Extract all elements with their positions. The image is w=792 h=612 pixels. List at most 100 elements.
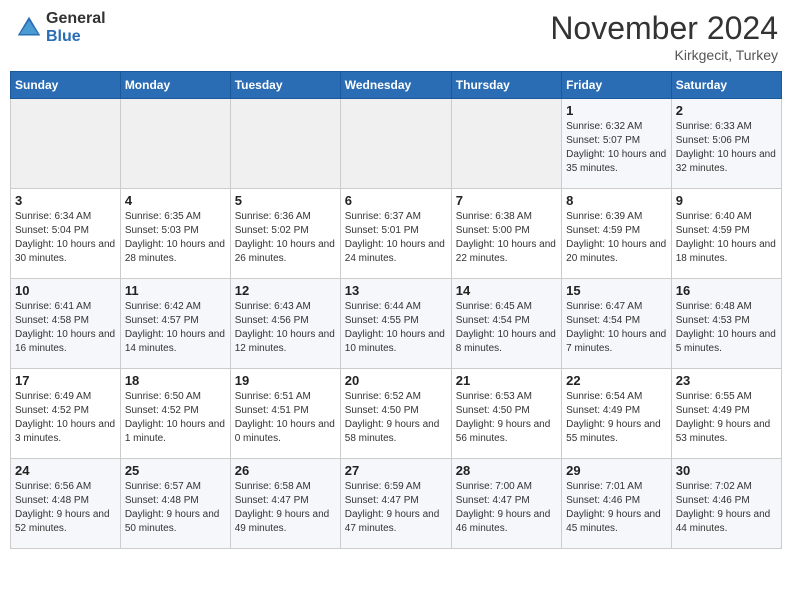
calendar-cell: 20Sunrise: 6:52 AMSunset: 4:50 PMDayligh… — [340, 369, 451, 459]
day-number: 1 — [566, 103, 667, 118]
day-info: Sunrise: 6:49 AMSunset: 4:52 PMDaylight:… — [15, 390, 116, 446]
day-info: Sunrise: 6:37 AMSunset: 5:01 PMDaylight:… — [345, 210, 447, 266]
location-subtitle: Kirkgecit, Turkey — [550, 47, 778, 63]
day-info: Sunrise: 6:50 AMSunset: 4:52 PMDaylight:… — [125, 390, 226, 446]
day-info: Sunrise: 6:35 AMSunset: 5:03 PMDaylight:… — [125, 210, 226, 266]
day-info: Sunrise: 6:38 AMSunset: 5:00 PMDaylight:… — [456, 210, 557, 266]
day-number: 22 — [566, 373, 667, 388]
title-block: November 2024 Kirkgecit, Turkey — [550, 10, 778, 63]
calendar-cell — [11, 99, 121, 189]
day-number: 9 — [676, 193, 777, 208]
calendar-cell — [120, 99, 230, 189]
day-info: Sunrise: 6:40 AMSunset: 4:59 PMDaylight:… — [676, 210, 777, 266]
day-of-week-wednesday: Wednesday — [340, 72, 451, 99]
day-number: 23 — [676, 373, 777, 388]
day-number: 21 — [456, 373, 557, 388]
day-info: Sunrise: 6:41 AMSunset: 4:58 PMDaylight:… — [15, 300, 116, 356]
day-number: 24 — [15, 463, 116, 478]
day-number: 26 — [235, 463, 336, 478]
day-info: Sunrise: 6:57 AMSunset: 4:48 PMDaylight:… — [125, 480, 226, 536]
day-info: Sunrise: 6:32 AMSunset: 5:07 PMDaylight:… — [566, 120, 667, 176]
calendar-cell: 7 Sunrise: 6:38 AMSunset: 5:00 PMDaylight… — [451, 189, 561, 279]
day-info: Sunrise: 6:51 AMSunset: 4:51 PMDaylight:… — [235, 390, 336, 446]
calendar-cell: 26Sunrise: 6:58 AMSunset: 4:47 PMDayligh… — [230, 459, 340, 549]
day-number: 30 — [676, 463, 777, 478]
day-info: Sunrise: 7:00 AMSunset: 4:47 PMDaylight:… — [456, 480, 557, 536]
week-row-3: 10Sunrise: 6:41 AMSunset: 4:58 PMDayligh… — [11, 279, 782, 369]
calendar-cell: 6 Sunrise: 6:37 AMSunset: 5:01 PMDaylight… — [340, 189, 451, 279]
day-number: 12 — [235, 283, 336, 298]
month-title: November 2024 — [550, 10, 778, 47]
calendar-cell: 12Sunrise: 6:43 AMSunset: 4:56 PMDayligh… — [230, 279, 340, 369]
day-number: 28 — [456, 463, 557, 478]
calendar-cell — [340, 99, 451, 189]
calendar-cell: 8Sunrise: 6:39 AMSunset: 4:59 PMDaylight… — [562, 189, 672, 279]
week-row-5: 24 Sunrise: 6:56 AMSunset: 4:48 PMDayligh… — [11, 459, 782, 549]
calendar-cell: 24 Sunrise: 6:56 AMSunset: 4:48 PMDayligh… — [11, 459, 121, 549]
day-number: 17 — [15, 373, 116, 388]
day-number: 2 — [676, 103, 777, 118]
day-info: Sunrise: 6:33 AMSunset: 5:06 PMDaylight:… — [676, 120, 777, 176]
week-row-2: 3Sunrise: 6:34 AMSunset: 5:04 PMDaylight… — [11, 189, 782, 279]
day-number: 6 — [345, 193, 447, 208]
calendar-cell: 27 Sunrise: 6:59 AMSunset: 4:47 PMDayligh… — [340, 459, 451, 549]
day-info: Sunrise: 6:45 AMSunset: 4:54 PMDaylight:… — [456, 300, 557, 356]
day-of-week-thursday: Thursday — [451, 72, 561, 99]
day-number: 7 — [456, 193, 557, 208]
day-number: 19 — [235, 373, 336, 388]
day-info: Sunrise: 6:56 AMSunset: 4:48 PMDaylight:… — [15, 480, 116, 536]
day-of-week-monday: Monday — [120, 72, 230, 99]
day-info: Sunrise: 7:01 AMSunset: 4:46 PMDaylight:… — [566, 480, 667, 536]
calendar-cell: 2 Sunrise: 6:33 AMSunset: 5:06 PMDaylight… — [671, 99, 781, 189]
calendar-cell: 11 Sunrise: 6:42 AMSunset: 4:57 PMDayligh… — [120, 279, 230, 369]
day-number: 27 — [345, 463, 447, 478]
day-number: 4 — [125, 193, 226, 208]
day-number: 18 — [125, 373, 226, 388]
day-number: 11 — [125, 283, 226, 298]
calendar-cell: 30 Sunrise: 7:02 AMSunset: 4:46 PMDayligh… — [671, 459, 781, 549]
day-info: Sunrise: 6:42 AMSunset: 4:57 PMDaylight:… — [125, 300, 226, 356]
day-number: 16 — [676, 283, 777, 298]
calendar-cell: 9 Sunrise: 6:40 AMSunset: 4:59 PMDaylight… — [671, 189, 781, 279]
logo-icon — [14, 13, 44, 43]
day-info: Sunrise: 6:55 AMSunset: 4:49 PMDaylight:… — [676, 390, 777, 446]
day-info: Sunrise: 6:39 AMSunset: 4:59 PMDaylight:… — [566, 210, 667, 266]
calendar-cell: 21 Sunrise: 6:53 AMSunset: 4:50 PMDayligh… — [451, 369, 561, 459]
day-number: 20 — [345, 373, 447, 388]
calendar-body: 1 Sunrise: 6:32 AMSunset: 5:07 PMDaylight… — [11, 99, 782, 549]
calendar-cell: 18 Sunrise: 6:50 AMSunset: 4:52 PMDayligh… — [120, 369, 230, 459]
calendar-cell: 10Sunrise: 6:41 AMSunset: 4:58 PMDayligh… — [11, 279, 121, 369]
day-number: 15 — [566, 283, 667, 298]
calendar-cell: 29 Sunrise: 7:01 AMSunset: 4:46 PMDayligh… — [562, 459, 672, 549]
calendar-cell: 14Sunrise: 6:45 AMSunset: 4:54 PMDayligh… — [451, 279, 561, 369]
day-info: Sunrise: 6:53 AMSunset: 4:50 PMDaylight:… — [456, 390, 557, 446]
day-number: 5 — [235, 193, 336, 208]
logo-text: General Blue — [46, 10, 106, 45]
day-of-week-tuesday: Tuesday — [230, 72, 340, 99]
day-number: 25 — [125, 463, 226, 478]
calendar-cell: 15Sunrise: 6:47 AMSunset: 4:54 PMDayligh… — [562, 279, 672, 369]
day-of-week-sunday: Sunday — [11, 72, 121, 99]
calendar-cell: 1 Sunrise: 6:32 AMSunset: 5:07 PMDaylight… — [562, 99, 672, 189]
calendar-cell: 13 Sunrise: 6:44 AMSunset: 4:55 PMDayligh… — [340, 279, 451, 369]
calendar-cell: 5 Sunrise: 6:36 AMSunset: 5:02 PMDaylight… — [230, 189, 340, 279]
day-info: Sunrise: 7:02 AMSunset: 4:46 PMDaylight:… — [676, 480, 777, 536]
calendar-cell: 22 Sunrise: 6:54 AMSunset: 4:49 PMDayligh… — [562, 369, 672, 459]
day-info: Sunrise: 6:34 AMSunset: 5:04 PMDaylight:… — [15, 210, 116, 266]
calendar-cell: 4 Sunrise: 6:35 AMSunset: 5:03 PMDaylight… — [120, 189, 230, 279]
calendar-cell: 19 Sunrise: 6:51 AMSunset: 4:51 PMDayligh… — [230, 369, 340, 459]
day-number: 29 — [566, 463, 667, 478]
header-row: SundayMondayTuesdayWednesdayThursdayFrid… — [11, 72, 782, 99]
calendar-cell: 3Sunrise: 6:34 AMSunset: 5:04 PMDaylight… — [11, 189, 121, 279]
week-row-1: 1 Sunrise: 6:32 AMSunset: 5:07 PMDaylight… — [11, 99, 782, 189]
calendar-cell: 17 Sunrise: 6:49 AMSunset: 4:52 PMDayligh… — [11, 369, 121, 459]
calendar-cell: 23 Sunrise: 6:55 AMSunset: 4:49 PMDayligh… — [671, 369, 781, 459]
day-number: 13 — [345, 283, 447, 298]
day-info: Sunrise: 6:59 AMSunset: 4:47 PMDaylight:… — [345, 480, 447, 536]
day-info: Sunrise: 6:54 AMSunset: 4:49 PMDaylight:… — [566, 390, 667, 446]
logo-general-text: General — [46, 10, 106, 28]
calendar-cell: 28 Sunrise: 7:00 AMSunset: 4:47 PMDayligh… — [451, 459, 561, 549]
calendar-cell: 25 Sunrise: 6:57 AMSunset: 4:48 PMDayligh… — [120, 459, 230, 549]
day-info: Sunrise: 6:44 AMSunset: 4:55 PMDaylight:… — [345, 300, 447, 356]
day-info: Sunrise: 6:36 AMSunset: 5:02 PMDaylight:… — [235, 210, 336, 266]
